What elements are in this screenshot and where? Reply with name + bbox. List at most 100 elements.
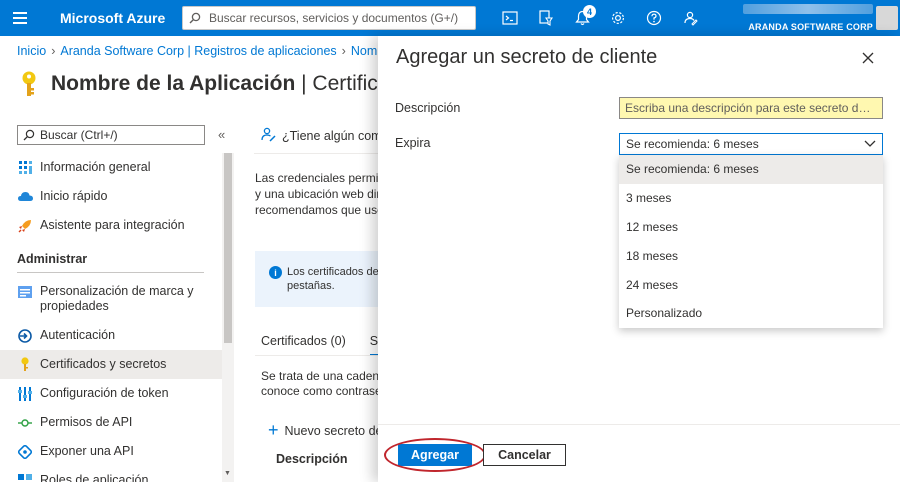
main-content: ¿Tiene algún come Las credenciales permi… [240,118,380,482]
tab-bar: Certificados (0) S [261,334,380,356]
overview-icon [17,160,33,175]
secret-desc-line: conoce como contrase [261,384,380,398]
expires-dropdown-list: Se recomienda: 6 meses 3 meses 12 meses … [619,155,883,328]
key-icon [17,357,33,372]
info-icon: i [269,266,282,279]
sidebar-scrollbar[interactable]: ▼ [222,153,234,482]
brand-title[interactable]: Microsoft Azure [60,10,180,26]
sidebar-item-label: Roles de aplicación [40,473,149,482]
search-icon [23,129,35,141]
avatar[interactable] [876,6,898,30]
option-24-months[interactable]: 24 meses [619,270,883,299]
sidebar-item-authentication[interactable]: Autenticación [0,321,222,350]
help-icon[interactable] [636,0,672,36]
account-email-redacted [743,4,873,14]
breadcrumb-home[interactable]: Inicio [17,44,46,58]
cancel-button[interactable]: Cancelar [483,444,566,466]
breadcrumb-app-registrations[interactable]: Aranda Software Corp | Registros de apli… [60,44,336,58]
sidebar-item-integration-assistant[interactable]: Asistente para integración [0,211,222,240]
sidebar-section-manage: Administrar [17,252,88,266]
sidebar-item-quickstart[interactable]: Inicio rápido [0,182,222,211]
sidebar-item-label: Información general [40,160,151,174]
search-icon [189,12,205,24]
quickstart-icon [17,189,33,204]
feedback-person-icon [260,126,276,145]
settings-gear-icon[interactable] [600,0,636,36]
desc-line: Las credenciales permite [255,171,380,185]
authentication-icon [17,328,33,343]
panel-title: Agregar un secreto de cliente [396,46,658,68]
divider [254,153,380,154]
top-bar: Microsoft Azure Buscar recursos, servici… [0,0,900,36]
close-icon[interactable] [858,48,878,68]
option-6-months[interactable]: Se recomienda: 6 meses [619,155,883,184]
secrets-description: Se trata de una cadena conoce como contr… [261,369,380,399]
tab-client-secrets[interactable]: S [369,334,379,356]
feedback-text: ¿Tiene algún come [282,128,380,143]
sidebar-item-label: Exponer una API [40,444,134,458]
sidebar-item-expose-api[interactable]: Exponer una API [0,437,222,466]
token-icon [17,386,33,401]
description-label: Descripción [395,101,461,115]
page-title: Nombre de la Aplicación | Certificad [51,72,401,96]
directory-filter-icon[interactable] [528,0,564,36]
sidebar-item-api-permissions[interactable]: Permisos de API [0,408,222,437]
secret-desc-line: Se trata de una cadena [261,369,380,383]
breadcrumb: Inicio › Aranda Software Corp | Registros … [17,44,377,58]
sidebar-item-label: Inicio rápido [40,189,108,203]
cloud-shell-icon[interactable] [492,0,528,36]
account-menu[interactable]: ARANDA SOFTWARE CORP [733,4,873,32]
column-header-description: Descripción [276,452,348,466]
highlight-ring [384,438,486,472]
add-client-secret-panel: Agregar un secreto de cliente Descripció… [378,36,900,482]
option-12-months[interactable]: 12 meses [619,213,883,242]
sidebar-nav: Información general Inicio rápido Asiste… [0,153,222,482]
tab-certificates[interactable]: Certificados (0) [261,334,346,356]
sidebar-divider [17,272,204,273]
sidebar-search-input[interactable]: Buscar (Ctrl+/) [17,125,205,145]
sidebar-item-label: Personalización de marca y propiedades [40,284,194,313]
notifications-icon[interactable]: 4 [564,0,600,36]
desc-line: recomendamos que use [255,203,380,217]
global-search-placeholder: Buscar recursos, servicios y documentos … [209,11,459,25]
page-header: Nombre de la Aplicación | Certificad [17,70,401,98]
rocket-icon [17,218,33,233]
sidebar-item-certificates-secrets[interactable]: Certificados y secretos [0,350,222,379]
global-search-input[interactable]: Buscar recursos, servicios y documentos … [182,6,476,30]
expose-api-icon [17,444,33,459]
sidebar-item-overview[interactable]: Información general [0,153,222,182]
app-roles-icon [17,473,33,482]
notifications-badge: 4 [583,5,596,18]
breadcrumb-separator-icon: › [341,44,346,58]
expires-select[interactable]: Se recomienda: 6 meses [619,133,883,155]
feedback-icon[interactable] [672,0,708,36]
sidebar-item-label: Configuración de token [40,386,169,400]
page-title-main: Nombre de la Aplicación [51,72,296,95]
hamburger-menu-icon[interactable] [0,0,40,36]
sidebar-item-branding[interactable]: Personalización de marca y propiedades [0,277,222,321]
info-banner: i Los certificados de pestañas. [255,251,380,307]
branding-icon [17,284,33,299]
description-input[interactable]: Escriba una descripción para este secret… [619,97,883,119]
sidebar-item-label: Autenticación [40,328,116,342]
option-3-months[interactable]: 3 meses [619,184,883,213]
sidebar-item-label: Asistente para integración [40,218,185,232]
option-18-months[interactable]: 18 meses [619,241,883,270]
breadcrumb-app[interactable]: Nom [351,44,377,58]
api-permissions-icon [17,415,33,430]
plus-icon: + [268,420,279,440]
sidebar-item-app-roles[interactable]: Roles de aplicación [0,466,222,482]
scrollbar-thumb[interactable] [224,153,232,343]
option-custom[interactable]: Personalizado [619,299,883,328]
feedback-link[interactable]: ¿Tiene algún come [260,126,380,145]
new-secret-button[interactable]: + Nuevo secreto de [268,420,380,441]
sidebar-search-placeholder: Buscar (Ctrl+/) [40,128,118,142]
scroll-down-icon[interactable]: ▼ [224,470,231,477]
info-line: Los certificados de [287,266,379,278]
collapse-sidebar-icon[interactable]: « [218,127,225,142]
key-icon [22,71,36,96]
sidebar-item-label: Certificados y secretos [40,357,167,371]
chevron-down-icon [864,140,876,147]
panel-footer-divider [378,424,900,425]
sidebar-item-token-configuration[interactable]: Configuración de token [0,379,222,408]
